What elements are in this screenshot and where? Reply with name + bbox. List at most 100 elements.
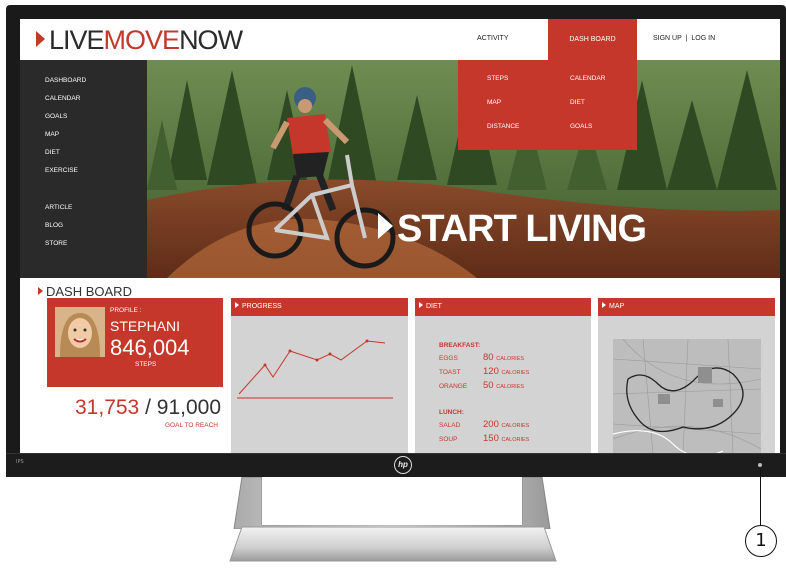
diet-calories-amount: 120 xyxy=(483,366,499,377)
panel-triangle-icon xyxy=(602,302,606,308)
map-view[interactable] xyxy=(612,338,762,453)
power-indicator-light xyxy=(758,463,762,467)
dashboard-title-text: DASH BOARD xyxy=(46,284,132,299)
progress-point xyxy=(315,358,319,362)
callout-leader-line xyxy=(760,470,761,526)
nav-separator: | xyxy=(685,35,688,42)
map-panel-header: MAP xyxy=(598,298,775,316)
monitor-stand-base xyxy=(229,526,557,562)
diet-food: EGGS xyxy=(439,355,458,362)
dropdown-item-map[interactable]: MAP xyxy=(487,99,501,106)
progress-panel-header: PROGRESS xyxy=(231,298,408,316)
progress-line xyxy=(238,340,386,395)
profile-name: STEPHANI xyxy=(110,318,181,334)
headline-triangle-icon xyxy=(378,213,393,239)
diet-calories: 200 CALORIES xyxy=(483,419,529,430)
map-panel[interactable]: MAP xyxy=(598,298,775,453)
hero-headline-text: START LIVING xyxy=(397,208,647,250)
goal-current: 31,753 xyxy=(75,396,140,419)
diet-food: SOUP xyxy=(439,436,458,443)
progress-panel[interactable]: PROGRESS xyxy=(231,298,408,453)
sidebar-item-blog[interactable]: BLOG xyxy=(45,222,63,229)
profile-steps-label: STEPS xyxy=(135,361,157,368)
diet-calories-unit: CALORIES xyxy=(496,384,525,390)
dashboard-dropdown-menu: STEPS MAP DISTANCE CALENDAR DIET GOALS xyxy=(458,60,637,150)
nav-activity[interactable]: ACTIVITY xyxy=(477,35,509,42)
diet-food: SALAD xyxy=(439,422,461,429)
diet-calories: 80 CALORIES xyxy=(483,352,524,363)
diet-calories: 50 CALORIES xyxy=(483,380,524,391)
site-logo[interactable]: LIVEMOVENOW xyxy=(36,25,243,56)
logo-part-move: MOVE xyxy=(103,25,181,55)
sidebar-item-calendar[interactable]: CALENDAR xyxy=(45,95,80,102)
goal-separator: / xyxy=(145,396,151,419)
diet-panel-header: DIET xyxy=(415,298,591,316)
map-panel-title: MAP xyxy=(609,303,625,310)
panel-triangle-icon xyxy=(419,302,423,308)
diet-lunch-heading: LUNCH: xyxy=(439,409,464,416)
diet-calories-amount: 80 xyxy=(483,352,494,363)
progress-line-chart xyxy=(237,339,393,399)
diet-panel-title: DIET xyxy=(426,303,442,310)
diet-calories-unit: CALORIES xyxy=(496,356,525,362)
sidebar-item-map[interactable]: MAP xyxy=(45,131,59,138)
dashboard-title: DASH BOARD xyxy=(38,284,132,299)
hero-banner: DASHBOARD CALENDAR GOALS MAP DIET EXERCI… xyxy=(20,60,780,278)
avatar xyxy=(55,307,105,357)
goal-label: GOAL TO REACH xyxy=(165,422,218,429)
goal-target: 91,000 xyxy=(156,396,221,419)
hp-logo: hp xyxy=(394,456,412,474)
diet-calories-amount: 200 xyxy=(483,419,499,430)
sidebar-item-store[interactable]: STORE xyxy=(45,240,67,247)
sidebar-item-article[interactable]: ARTICLE xyxy=(45,204,72,211)
diet-calories-unit: CALORIES xyxy=(501,437,530,443)
panel-triangle-icon xyxy=(235,302,239,308)
avatar-portrait xyxy=(55,307,105,357)
logo-part-now: NOW xyxy=(179,25,243,55)
sidebar-item-dashboard[interactable]: DASHBOARD xyxy=(45,77,86,84)
profile-card: PROFILE : STEPHANI 846,004 STEPS xyxy=(47,298,223,387)
nav-auth: SIGN UP | LOG IN xyxy=(653,35,715,42)
nav-login[interactable]: LOG IN xyxy=(691,35,715,42)
monitor-illustration: LIVEMOVENOW ACTIVITY DASH BOARD SIGN UP … xyxy=(0,0,786,569)
diet-food: ORANGE xyxy=(439,383,468,390)
diet-breakfast-heading: BREAKFAST: xyxy=(439,342,481,349)
monitor-model-label: IPS xyxy=(16,459,24,465)
hero-headline: START LIVING xyxy=(378,208,647,251)
site-header: LIVEMOVENOW ACTIVITY DASH BOARD SIGN UP … xyxy=(20,19,780,60)
progress-panel-title: PROGRESS xyxy=(242,303,282,310)
dropdown-item-goals[interactable]: GOALS xyxy=(570,123,592,130)
progress-point xyxy=(263,363,267,367)
dropdown-item-distance[interactable]: DISTANCE xyxy=(487,123,519,130)
sidebar-item-exercise[interactable]: EXERCISE xyxy=(45,167,78,174)
progress-point xyxy=(288,349,292,353)
title-triangle-icon xyxy=(38,287,43,295)
monitor-screen: LIVEMOVENOW ACTIVITY DASH BOARD SIGN UP … xyxy=(20,19,780,453)
monitor-stand-neck xyxy=(233,477,551,529)
logo-part-live: LIVE xyxy=(49,25,105,55)
diet-calories-amount: 150 xyxy=(483,433,499,444)
sidebar-item-goals[interactable]: GOALS xyxy=(45,113,67,120)
dropdown-item-steps[interactable]: STEPS xyxy=(487,75,508,82)
profile-steps-value: 846,004 xyxy=(110,335,190,360)
sidebar-item-diet[interactable]: DIET xyxy=(45,149,60,156)
callout-number: 1 xyxy=(745,525,777,557)
map-graphic xyxy=(612,338,762,453)
progress-point xyxy=(365,339,369,343)
dropdown-item-calendar[interactable]: CALENDAR xyxy=(570,75,605,82)
nav-signup[interactable]: SIGN UP xyxy=(653,35,682,42)
profile-label: PROFILE : xyxy=(110,307,142,314)
diet-calories: 120 CALORIES xyxy=(483,366,529,377)
diet-calories-amount: 50 xyxy=(483,380,494,391)
progress-point xyxy=(328,352,332,356)
sidebar-nav: DASHBOARD CALENDAR GOALS MAP DIET EXERCI… xyxy=(20,60,147,278)
logo-triangle-icon xyxy=(36,31,45,47)
dropdown-item-diet[interactable]: DIET xyxy=(570,99,585,106)
diet-calories-unit: CALORIES xyxy=(501,423,530,429)
goal-progress: 31,753 / 91,000 xyxy=(75,396,221,420)
diet-calories: 150 CALORIES xyxy=(483,433,529,444)
diet-food: TOAST xyxy=(439,369,461,376)
diet-calories-unit: CALORIES xyxy=(501,370,530,376)
nav-dashboard[interactable]: DASH BOARD xyxy=(548,19,637,60)
diet-panel[interactable]: DIET BREAKFAST: EGGS 80 CALORIES TOAST 1… xyxy=(415,298,591,453)
